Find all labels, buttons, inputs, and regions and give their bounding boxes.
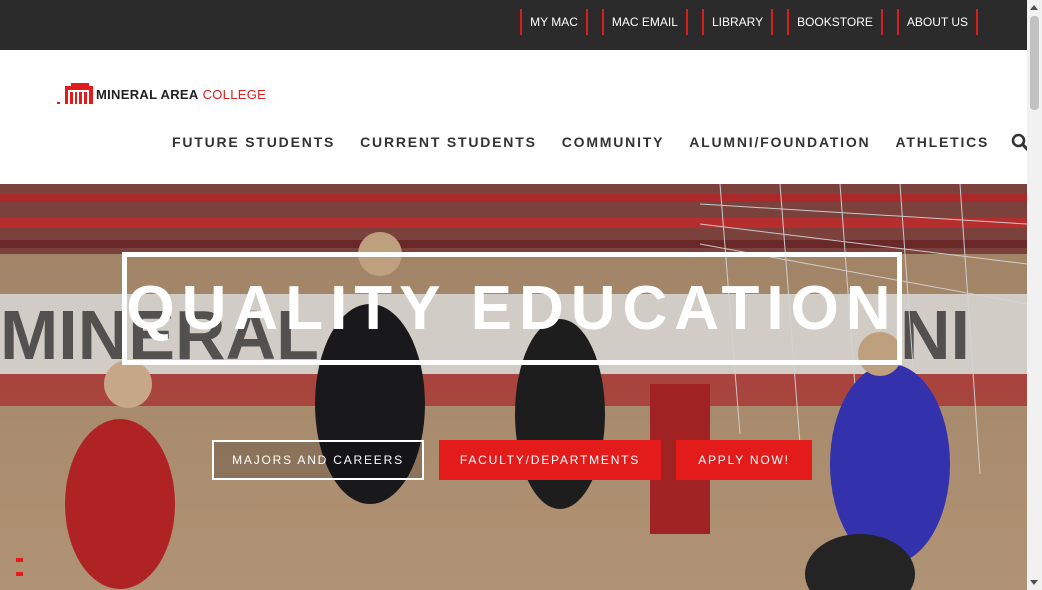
nav-future-students[interactable]: FUTURE STUDENTS [172,134,335,150]
vertical-scrollbar[interactable] [1027,0,1042,590]
hero-banner: MINERAL NI QUALITY EDUCATION MAJORS AND … [0,184,1027,590]
nav-athletics[interactable]: ATHLETICS [895,134,989,150]
library-link[interactable]: LIBRARY [701,9,774,35]
utility-links: MY MAC MAC EMAIL LIBRARY BOOKSTORE ABOUT… [506,9,978,35]
hero-title: QUALITY EDUCATION [126,274,898,343]
college-logo[interactable]: MINERAL AREA COLLEGE [57,82,266,106]
scroll-thumb[interactable] [1030,16,1039,110]
nav-community[interactable]: COMMUNITY [562,134,665,150]
hero-title-frame: QUALITY EDUCATION [122,252,902,365]
apply-now-button[interactable]: APPLY NOW! [676,440,812,480]
scroll-up-arrow-icon[interactable] [1030,5,1038,10]
nav-alumni-foundation[interactable]: ALUMNI/FOUNDATION [689,134,870,150]
college-building-logo-icon [57,83,93,104]
search-icon[interactable] [1011,133,1027,151]
logo-wordmark: MINERAL AREA [96,86,199,102]
majors-and-careers-button[interactable]: MAJORS AND CAREERS [212,440,424,480]
utility-bar: MY MAC MAC EMAIL LIBRARY BOOKSTORE ABOUT… [0,0,1027,50]
logo-wordmark-college: COLLEGE [202,86,267,102]
bookstore-link[interactable]: BOOKSTORE [787,9,883,35]
about-us-link[interactable]: ABOUT US [896,9,978,35]
site-header: MINERAL AREA COLLEGE FUTURE STUDENTS CUR… [0,50,1027,184]
mac-email-link[interactable]: MAC EMAIL [601,9,688,35]
page: MY MAC MAC EMAIL LIBRARY BOOKSTORE ABOUT… [0,0,1027,590]
scroll-down-arrow-icon[interactable] [1030,580,1038,585]
main-nav: FUTURE STUDENTS CURRENT STUDENTS COMMUNI… [172,133,1027,151]
volleyball-game-photo: MINERAL NI [0,184,1027,590]
nav-current-students[interactable]: CURRENT STUDENTS [360,134,537,150]
faculty-departments-button[interactable]: FACULTY/DEPARTMENTS [439,440,661,480]
my-mac-link[interactable]: MY MAC [520,9,588,35]
